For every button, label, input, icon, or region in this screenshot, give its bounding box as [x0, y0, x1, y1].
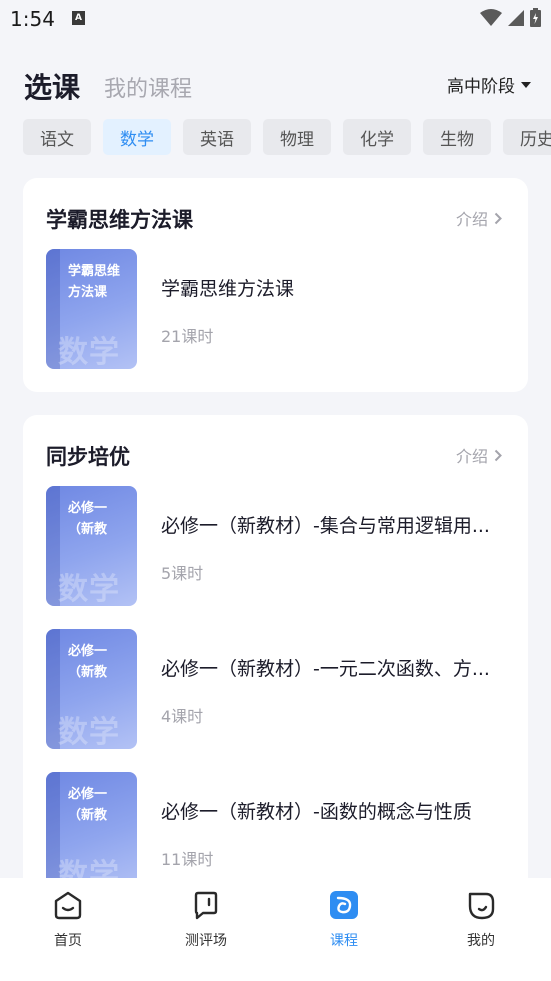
- intro-link[interactable]: 介绍: [456, 443, 502, 467]
- intro-label: 介绍: [455, 447, 488, 466]
- cell-signal-icon: [508, 9, 524, 26]
- cover-title: 必修一（新教: [68, 644, 108, 680]
- status-bar: 1:54 A: [0, 0, 551, 38]
- subject-chip-english[interactable]: 英语: [183, 119, 251, 155]
- course-lessons: 5课时: [161, 564, 204, 583]
- nav-label: 首页: [54, 933, 82, 949]
- subject-chip-biology[interactable]: 生物: [423, 119, 491, 155]
- tab-select-course[interactable]: 选课: [24, 66, 80, 106]
- course-item[interactable]: 必修一（新教 数学 必修一（新教材）-集合与常用逻辑用... 5课时: [46, 486, 506, 606]
- cover-title: 学霸思维方法课: [68, 264, 121, 300]
- cover-title: 必修一（新教: [68, 501, 108, 537]
- course-cover: 必修一（新教 数学: [46, 486, 137, 606]
- course-name: 必修一（新教材）-集合与常用逻辑用...: [161, 515, 490, 537]
- course-item[interactable]: 必修一（新教 数学 必修一（新教材）-一元二次函数、方... 4课时: [46, 629, 506, 749]
- stage-label: 高中阶段: [447, 77, 515, 97]
- wifi-icon: [480, 8, 502, 26]
- course-cover: 必修一（新教 数学: [46, 629, 137, 749]
- nav-home[interactable]: 首页: [28, 890, 108, 950]
- nav-label: 我的: [467, 933, 495, 949]
- notification-a-icon: A: [72, 11, 85, 25]
- course-cover: 学霸思维方法课 数学: [46, 249, 137, 369]
- section-card-sync: 同步培优 介绍 必修一（新教 数学 必修一（新教材）-集合与常用逻辑用... 5…: [23, 415, 528, 935]
- nav-assessment[interactable]: 测评场: [166, 890, 246, 950]
- subject-chip-math[interactable]: 数学: [103, 119, 171, 155]
- subject-chip-chinese[interactable]: 语文: [23, 119, 91, 155]
- status-time: 1:54: [10, 7, 55, 31]
- tab-my-courses[interactable]: 我的课程: [104, 71, 192, 103]
- chevron-right-icon: [494, 212, 502, 224]
- cover-title: 必修一（新教: [68, 787, 108, 823]
- nav-label: 测评场: [185, 933, 227, 949]
- battery-icon: [530, 8, 541, 27]
- cover-subject-watermark: 数学: [58, 572, 120, 606]
- cover-subject-watermark: 数学: [58, 335, 120, 369]
- home-face-icon: [54, 891, 82, 920]
- course-name: 必修一（新教材）-一元二次函数、方...: [161, 658, 490, 680]
- subject-chip-history[interactable]: 历史: [503, 119, 551, 155]
- course-item[interactable]: 必修一（新教 数学 必修一（新教材）-函数的概念与性质 11课时: [46, 772, 506, 892]
- subject-tabs: 语文 数学 英语 物理 化学 生物 历史: [23, 119, 551, 156]
- course-name: 必修一（新教材）-函数的概念与性质: [161, 801, 472, 823]
- stage-dropdown[interactable]: 高中阶段: [447, 72, 531, 97]
- bottom-nav: 首页 测评场 课程 我的: [0, 878, 551, 981]
- nav-profile[interactable]: 我的: [441, 890, 521, 950]
- nav-label: 课程: [330, 933, 358, 949]
- course-lessons: 21课时: [161, 327, 214, 346]
- course-item[interactable]: 学霸思维方法课 数学 学霸思维方法课 21课时: [46, 249, 506, 369]
- section-card-method: 学霸思维方法课 介绍 学霸思维方法课 数学 学霸思维方法课 21课时: [23, 178, 528, 392]
- section-title: 同步培优: [46, 445, 130, 469]
- caret-down-icon: [521, 81, 531, 88]
- course-lessons: 4课时: [161, 707, 204, 726]
- cover-subject-watermark: 数学: [58, 715, 120, 749]
- intro-link[interactable]: 介绍: [456, 206, 502, 230]
- subject-chip-physics[interactable]: 物理: [263, 119, 331, 155]
- intro-label: 介绍: [455, 210, 488, 229]
- course-lessons: 11课时: [161, 850, 214, 869]
- profile-icon: [468, 892, 495, 920]
- course-name: 学霸思维方法课: [161, 278, 295, 300]
- section-title: 学霸思维方法课: [46, 208, 193, 232]
- subject-chip-chemistry[interactable]: 化学: [343, 119, 411, 155]
- assessment-icon: [194, 891, 218, 920]
- chevron-right-icon: [494, 449, 502, 461]
- nav-course[interactable]: 课程: [304, 890, 384, 950]
- top-header: 选课 我的课程 高中阶段: [24, 62, 531, 106]
- course-cover: 必修一（新教 数学: [46, 772, 137, 892]
- course-icon: [330, 891, 358, 919]
